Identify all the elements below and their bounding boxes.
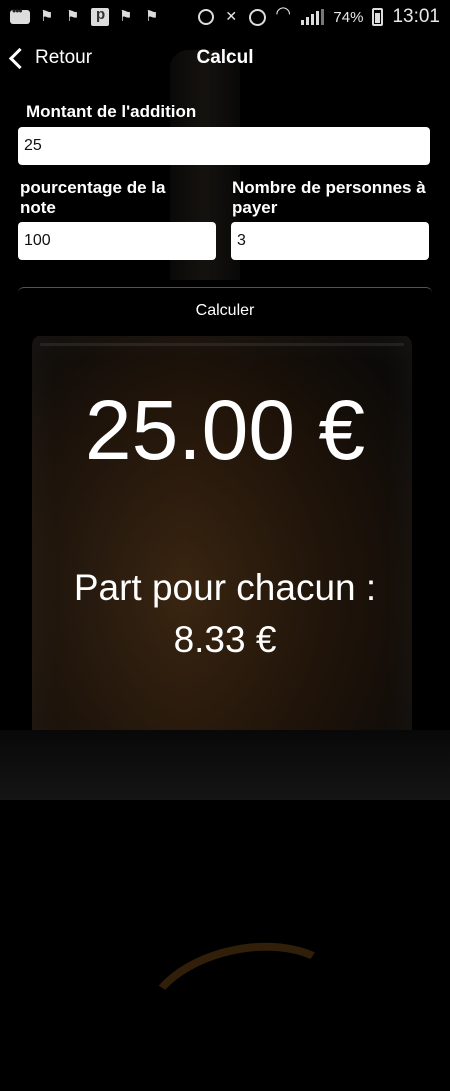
total-amount: 25.00 € bbox=[84, 383, 366, 477]
message-icon bbox=[10, 4, 30, 24]
battery-percent: 74% bbox=[333, 8, 364, 26]
calculate-button[interactable]: Calculer bbox=[18, 287, 432, 336]
signal-icon bbox=[301, 9, 325, 25]
notification-flag-icon bbox=[144, 7, 161, 26]
bill-amount-input[interactable] bbox=[18, 127, 430, 165]
people-count-input[interactable] bbox=[231, 222, 429, 260]
notification-icons bbox=[10, 4, 161, 26]
wifi-icon bbox=[275, 3, 292, 26]
background-lemon-slice bbox=[131, 924, 359, 1091]
notification-flag-icon bbox=[65, 7, 82, 26]
bill-amount-label: Montant de l'addition bbox=[26, 102, 197, 121]
chevron-left-icon bbox=[8, 47, 31, 69]
notification-flag-icon bbox=[39, 7, 56, 26]
back-button[interactable]: Retour bbox=[8, 47, 93, 69]
status-bar: 74% 13:01 bbox=[0, 0, 450, 34]
share-per-person: Part pour chacun : 8.33 € bbox=[0, 562, 450, 666]
app-notification-icon bbox=[91, 6, 109, 26]
system-icons: 74% 13:01 bbox=[198, 3, 440, 28]
alarm-icon bbox=[249, 8, 267, 26]
mute-icon bbox=[223, 8, 240, 26]
clock: 13:01 bbox=[392, 6, 440, 27]
back-label: Retour bbox=[35, 47, 93, 68]
navigation-bar: Retour Calcul bbox=[0, 38, 450, 78]
tip-percentage-label: pourcentage de la note bbox=[20, 178, 166, 217]
tip-percentage-input[interactable] bbox=[18, 222, 216, 260]
people-count-label: Nombre de personnes à payer bbox=[232, 178, 426, 217]
share-value: 8.33 € bbox=[173, 619, 277, 660]
notification-flag-icon bbox=[118, 7, 135, 26]
background-table bbox=[0, 730, 450, 800]
share-label: Part pour chacun : bbox=[73, 567, 377, 608]
battery-icon bbox=[372, 8, 384, 26]
sync-icon bbox=[198, 9, 215, 25]
